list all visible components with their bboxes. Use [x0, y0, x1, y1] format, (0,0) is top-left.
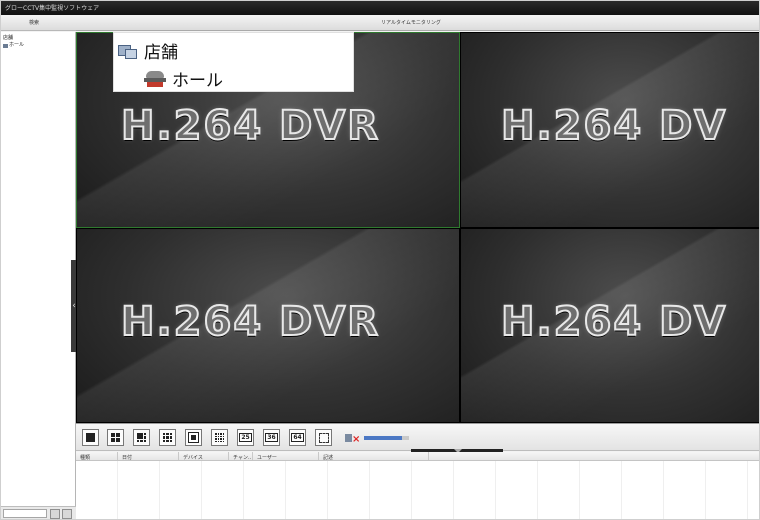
callout-node-hall[interactable]: ホール [144, 66, 223, 91]
layout-64-icon: 64 [291, 433, 304, 442]
layout-36-icon: 36 [265, 433, 278, 442]
store-icon [118, 42, 138, 59]
event-log: 種類 日付 デバイス チャン.. ユーザー 記述 [76, 452, 759, 519]
video-tile-3[interactable]: H.264 DVR [76, 228, 460, 423]
event-log-body [76, 461, 759, 519]
layout-8-icon [188, 432, 199, 443]
video-tile-logo: H.264 DVR [120, 102, 381, 150]
layout-36-button[interactable]: 36 [263, 429, 280, 446]
layout-toolbar: 25 36 64 × [76, 423, 759, 453]
event-log-header: 種類 日付 デバイス チャン.. ユーザー 記述 [76, 452, 759, 461]
layout-25-button[interactable]: 25 [237, 429, 254, 446]
log-column-channel[interactable]: チャン.. [229, 452, 253, 460]
video-tile-logo: H.264 DV [500, 298, 728, 346]
layout-1-button[interactable] [82, 429, 99, 446]
left-panel-footer [1, 506, 76, 519]
callout-store-label: 店舗 [144, 43, 178, 63]
layout-4-icon [111, 433, 120, 442]
device-tree: 店舗 ホール [3, 35, 24, 49]
window-title: グローCCTV集中監視ソフトウェア [5, 5, 100, 12]
refresh-button[interactable] [62, 509, 72, 519]
camera-group-icon [3, 43, 8, 48]
layout-16-icon [215, 433, 224, 442]
volume-slider-fill [364, 436, 403, 440]
fullscreen-icon [318, 432, 329, 443]
device-tree-panel: 店舗 ホール ‹ [1, 32, 77, 508]
layout-8-button[interactable] [185, 429, 202, 446]
search-button[interactable] [50, 509, 60, 519]
fullscreen-button[interactable] [315, 429, 332, 446]
mute-icon[interactable]: × [344, 430, 360, 446]
callout-hall-label: ホール [172, 71, 223, 91]
log-column-date[interactable]: 日付 [118, 452, 179, 460]
realtime-monitoring-label: リアルタイムモニタリング [381, 20, 441, 26]
layout-6-icon [137, 433, 146, 442]
log-column-description[interactable]: 記述 [319, 452, 429, 460]
device-tree-callout: 店舗 ホール [113, 32, 354, 92]
video-tile-2[interactable]: H.264 DV [460, 32, 759, 228]
title-bar: グローCCTV集中監視ソフトウェア [1, 1, 759, 15]
layout-1-icon [86, 433, 95, 442]
log-column-device[interactable]: デバイス [179, 452, 229, 460]
layout-9-icon [163, 433, 172, 442]
camera-group-icon [144, 70, 166, 88]
search-tab-label[interactable]: 検索 [29, 19, 39, 26]
layout-64-button[interactable]: 64 [289, 429, 306, 446]
callout-node-store[interactable]: 店舗 [118, 38, 178, 63]
layout-9-button[interactable] [159, 429, 176, 446]
header-divider [76, 30, 759, 31]
video-tile-logo: H.264 DV [500, 102, 728, 150]
layout-25-icon: 25 [239, 433, 252, 442]
layout-16-button[interactable] [211, 429, 228, 446]
video-tile-4[interactable]: H.264 DV [460, 228, 759, 423]
volume-slider[interactable] [364, 436, 409, 440]
log-column-user[interactable]: ユーザー [253, 452, 319, 460]
application-window: グローCCTV集中監視ソフトウェア 検索 リアルタイムモニタリング 店舗 ホール… [0, 0, 760, 520]
tree-node-store[interactable]: 店舗 [3, 35, 24, 42]
layout-6-button[interactable] [133, 429, 150, 446]
layout-4-button[interactable] [107, 429, 124, 446]
tree-search-input[interactable] [3, 509, 47, 518]
tree-node-hall[interactable]: ホール [3, 42, 24, 49]
video-tile-logo: H.264 DVR [120, 298, 381, 346]
log-column-type[interactable]: 種類 [76, 452, 118, 460]
header-strip: 検索 リアルタイムモニタリング [1, 15, 759, 31]
tree-node-hall-label: ホール [9, 42, 25, 48]
